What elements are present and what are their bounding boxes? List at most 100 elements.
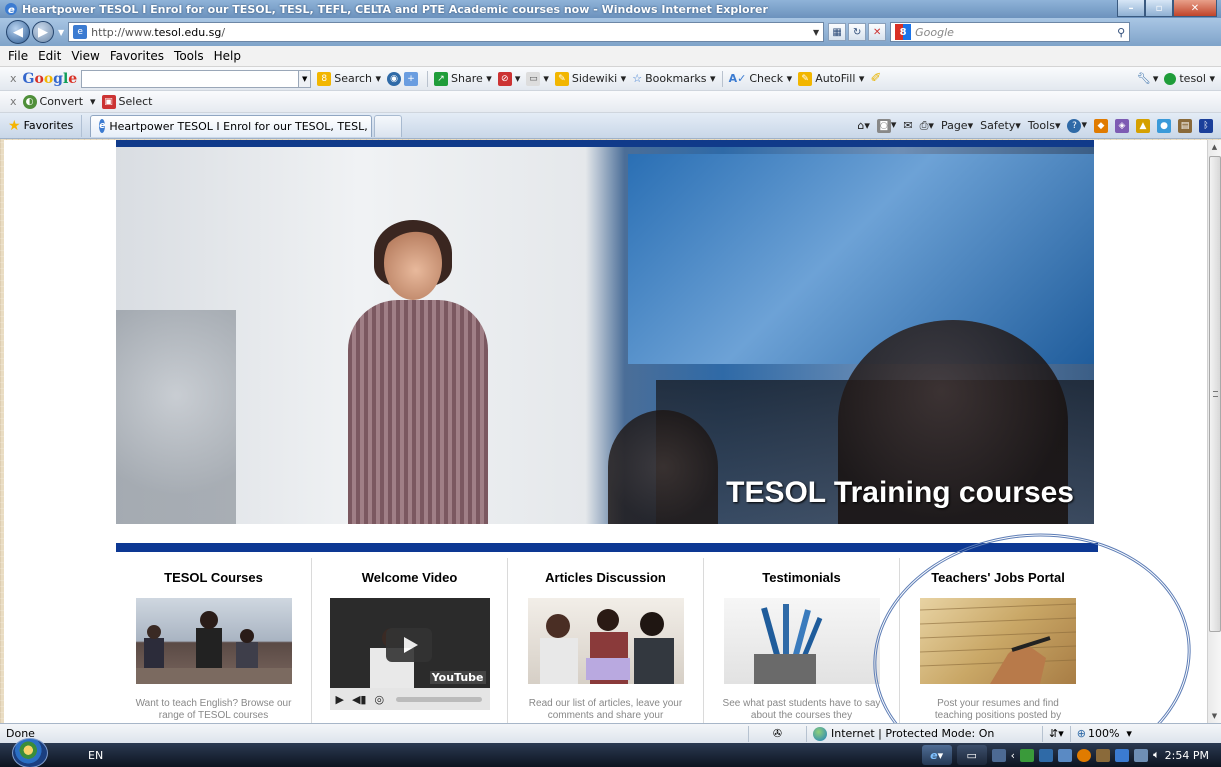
check-button[interactable]: A✓ Check ▾	[729, 72, 793, 85]
feature-teachers-jobs-portal[interactable]: Teachers' Jobs Portal Post your resumes …	[900, 558, 1096, 723]
sharing-icons[interactable]: ◉ +	[387, 71, 421, 86]
scrollbar-thumb[interactable]	[1209, 156, 1221, 632]
play-icon[interactable]: ▶	[336, 693, 344, 706]
network-icon[interactable]	[1134, 748, 1149, 762]
scrub-handle-icon[interactable]: ◎	[374, 693, 384, 706]
search-go-icon[interactable]: ⚲	[1117, 26, 1125, 39]
back-button[interactable]: ◀	[6, 20, 30, 44]
convert-toolbar-close-icon[interactable]: x	[10, 95, 17, 108]
feature-title[interactable]: Testimonials	[704, 570, 899, 588]
forward-button[interactable]: ▶	[32, 21, 54, 43]
taskbar-window-icon[interactable]: ▭	[956, 745, 987, 765]
google-search-button[interactable]: 8 Search ▾	[317, 71, 381, 86]
google-search-dropdown-icon[interactable]: ▼	[299, 69, 312, 88]
select-button[interactable]: ▣ Select	[101, 94, 152, 109]
address-dropdown-icon[interactable]: ▼	[813, 28, 819, 37]
print-icon[interactable]: ⎙▾	[920, 119, 934, 133]
address-field[interactable]: e http://www. tesol.edu.sg / ▼	[68, 22, 825, 42]
close-button[interactable]: ✕	[1173, 0, 1217, 17]
bluetooth-icon[interactable]: ᛒ	[1199, 118, 1213, 133]
account-button[interactable]: tesol ▾	[1164, 72, 1215, 85]
menu-file[interactable]: File	[0, 49, 33, 63]
feature-title[interactable]: Teachers' Jobs Portal	[900, 570, 1096, 588]
tray-icon-2[interactable]	[1039, 748, 1054, 762]
favorites-button[interactable]: ★ Favorites	[0, 114, 83, 137]
autofill-icon: ✎	[798, 71, 813, 86]
volume-tray-icon[interactable]: 🔈︎	[1153, 748, 1160, 762]
stop-icon[interactable]: ✕	[868, 23, 887, 41]
page-menu[interactable]: Page▾	[941, 119, 973, 132]
feature-title[interactable]: TESOL Courses	[116, 570, 311, 588]
video-play-icon[interactable]	[385, 628, 432, 662]
testimonials-thumbnail[interactable]	[723, 598, 880, 684]
minimize-button[interactable]: –	[1117, 0, 1145, 17]
autofill-button[interactable]: ✎ AutoFill ▾	[798, 71, 864, 86]
feature-tesol-courses[interactable]: TESOL Courses Want to teach English? Bro…	[116, 558, 312, 723]
menu-favorites[interactable]: Favorites	[105, 49, 169, 63]
jobs-portal-thumbnail[interactable]	[920, 598, 1076, 684]
start-button[interactable]	[12, 738, 48, 767]
history-dropdown-icon[interactable]: ▼	[58, 28, 64, 37]
refresh-icon[interactable]: ↻	[848, 23, 867, 41]
protected-mode-icon[interactable]: ⇵▾	[1042, 725, 1070, 742]
video-progress-track[interactable]	[396, 696, 483, 702]
addon-icon-2[interactable]: ◈	[1115, 118, 1129, 133]
scroll-up-icon[interactable]: ▲	[1208, 140, 1221, 154]
google-toolbar-close-icon[interactable]: x	[10, 72, 17, 85]
tray-icon-5[interactable]	[1096, 748, 1111, 762]
tray-expand-icon[interactable]: ‹	[1011, 749, 1015, 762]
addon-icon-4[interactable]: ●	[1157, 118, 1171, 133]
search-input[interactable]: 8 Google ⚲	[890, 22, 1131, 42]
tools-menu[interactable]: Tools▾	[1028, 119, 1061, 132]
feature-title[interactable]: Articles Discussion	[508, 570, 703, 588]
help-icon[interactable]: ? ▾	[1067, 118, 1087, 133]
mail-icon[interactable]: ✉	[903, 119, 912, 132]
feature-testimonials[interactable]: Testimonials See what past students have…	[704, 558, 900, 723]
sidewiki-button[interactable]: ✎ Sidewiki ▾	[554, 71, 626, 86]
tesol-courses-thumbnail[interactable]	[135, 598, 292, 684]
feature-articles-discussion[interactable]: Articles Discussion Read our list of art…	[508, 558, 704, 723]
language-indicator[interactable]: EN	[88, 749, 103, 762]
hero-banner[interactable]: TESOL Training courses	[116, 140, 1094, 524]
taskbar-ie-icon[interactable]: e ▾	[921, 745, 952, 765]
highlight-button[interactable]: ✐	[870, 71, 881, 86]
popup-blocker-button[interactable]: ⊘ ▾	[497, 71, 520, 86]
safety-menu[interactable]: Safety▾	[980, 119, 1021, 132]
tray-icon-4[interactable]	[1077, 748, 1092, 762]
zoom-control[interactable]: ⊕ 100% ▾	[1069, 725, 1138, 742]
compatibility-view-icon[interactable]: ▦	[828, 23, 847, 41]
security-zone[interactable]: Internet | Protected Mode: On	[806, 725, 1042, 742]
account-status-icon	[1164, 72, 1177, 85]
scroll-down-icon[interactable]: ▼	[1208, 709, 1221, 723]
new-tab-button[interactable]	[374, 114, 403, 137]
home-icon[interactable]: ⌂▾	[857, 119, 870, 132]
google-toolbar-search-input[interactable]	[81, 69, 300, 88]
addon-icon-3[interactable]: ▲	[1136, 118, 1150, 133]
share-button[interactable]: ↗ Share ▾	[434, 71, 492, 86]
privacy-icon[interactable]: ✇	[748, 725, 806, 742]
bookmark-page-button[interactable]: ▭ ▾	[526, 71, 549, 86]
tray-icon-3[interactable]	[1058, 748, 1073, 762]
welcome-video-player[interactable]: YouTube ▶ ◀▮ ◎	[329, 598, 490, 710]
clock[interactable]: 2:54 PM	[1165, 749, 1209, 762]
maximize-button[interactable]: ▫	[1145, 0, 1173, 17]
feeds-icon[interactable]: ◙ ▾	[876, 118, 896, 133]
menu-tools[interactable]: Tools	[169, 49, 209, 63]
addon-icon-5[interactable]: ▤	[1178, 118, 1192, 133]
feature-welcome-video[interactable]: Welcome Video YouTube ▶ ◀▮ ◎	[312, 558, 508, 723]
volume-icon[interactable]: ◀▮	[352, 693, 367, 706]
tray-icon-6[interactable]	[1115, 748, 1130, 762]
menu-help[interactable]: Help	[209, 49, 246, 63]
tray-arrow-icon[interactable]	[991, 748, 1006, 762]
addon-icon-1[interactable]: ◆	[1094, 118, 1108, 133]
menu-view[interactable]: View	[66, 49, 104, 63]
convert-button[interactable]: ◐ Convert ▾	[22, 94, 96, 109]
tab-heartpower[interactable]: e Heartpower TESOL I Enrol for our TESOL…	[90, 114, 373, 137]
bookmarks-button[interactable]: ☆ Bookmarks ▾	[632, 72, 715, 85]
menu-edit[interactable]: Edit	[33, 49, 66, 63]
feature-title[interactable]: Welcome Video	[312, 570, 507, 588]
articles-thumbnail[interactable]	[527, 598, 684, 684]
tray-icon-1[interactable]	[1020, 748, 1035, 762]
wrench-button[interactable]: 🔧︎ ▾	[1137, 72, 1159, 85]
vertical-scrollbar[interactable]: ▲ ▼	[1207, 140, 1221, 723]
